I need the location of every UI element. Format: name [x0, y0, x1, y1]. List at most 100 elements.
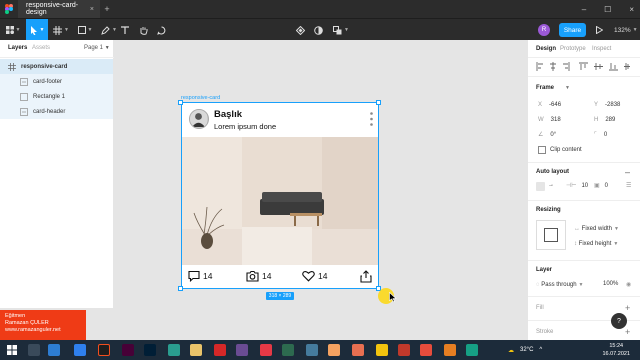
- pen-tool-button[interactable]: ▼: [98, 19, 120, 41]
- card-footer: 14 14 14: [182, 267, 378, 287]
- weather-icon[interactable]: ☁: [508, 347, 514, 354]
- tab-prototype[interactable]: Prototype: [560, 46, 586, 52]
- hand-tool-button[interactable]: [136, 19, 150, 41]
- tray-chevron-icon[interactable]: ^: [539, 347, 542, 353]
- app-icon[interactable]: [236, 344, 248, 356]
- fixed-width-select[interactable]: ↔ Fixed width ▼: [574, 225, 619, 232]
- responsive-card-frame[interactable]: Başlık Lorem ipsum done 14 14 14: [181, 102, 379, 289]
- frame-tool-button[interactable]: ▼: [50, 19, 72, 41]
- spacing-field[interactable]: ⊣⊢ 10: [566, 182, 588, 189]
- vscode-icon[interactable]: [74, 344, 86, 356]
- rectangle-icon: [20, 92, 28, 101]
- help-button[interactable]: ?: [611, 313, 627, 329]
- tab-design[interactable]: Design: [536, 46, 556, 52]
- auto-layout-settings-icon[interactable]: ☰: [626, 182, 631, 189]
- comments-stat[interactable]: 14: [188, 270, 212, 282]
- resize-handle-top-right[interactable]: [376, 100, 381, 105]
- direction-horizontal-button[interactable]: →: [548, 182, 554, 188]
- comment-tool-button[interactable]: [154, 19, 168, 41]
- text-t-icon: [121, 26, 129, 34]
- eye-icon[interactable]: ◉: [626, 281, 631, 288]
- close-tab-icon[interactable]: ×: [90, 6, 94, 13]
- app-icon[interactable]: [328, 344, 340, 356]
- divider: [528, 260, 640, 261]
- main-menu-button[interactable]: ▼: [2, 19, 24, 41]
- rotation-field[interactable]: ∠ 0°: [538, 131, 583, 138]
- text-tool-button[interactable]: [118, 19, 132, 41]
- share-action[interactable]: [360, 270, 372, 283]
- person-photo-icon: [190, 110, 207, 127]
- corner-radius-field[interactable]: ⌜ 0: [594, 131, 639, 138]
- properties-panel: Design Prototype Inspect Frame ▼ X -646 Y…: [527, 40, 640, 340]
- app-icon[interactable]: [444, 344, 456, 356]
- remove-auto-layout-button[interactable]: –: [625, 167, 630, 177]
- photos-stat[interactable]: 14: [246, 270, 271, 282]
- app-icon[interactable]: [190, 344, 202, 356]
- app-icon[interactable]: [376, 344, 388, 356]
- tab-file[interactable]: responsive-card-design ×: [18, 0, 100, 18]
- tab-inspect[interactable]: Inspect: [592, 46, 611, 52]
- padding-field[interactable]: ▣ 0: [594, 182, 608, 189]
- app-icon[interactable]: [398, 344, 410, 356]
- windows-taskbar: ☁ 32°C ^ 15:24 16.07.2021: [0, 340, 640, 360]
- file-explorer-icon[interactable]: [48, 344, 60, 356]
- minimize-icon[interactable]: –: [582, 5, 586, 14]
- likes-stat[interactable]: 14: [302, 270, 327, 282]
- filezilla-icon[interactable]: [420, 344, 432, 356]
- layer-item-card-footer[interactable]: card-footer: [0, 74, 113, 89]
- more-vertical-icon[interactable]: [370, 112, 373, 126]
- w-field[interactable]: W 318: [538, 116, 583, 123]
- layer-item-rectangle-1[interactable]: Rectangle 1: [0, 89, 113, 104]
- move-tool-button[interactable]: ▼: [26, 19, 48, 41]
- layer-item-responsive-card[interactable]: responsive-card: [0, 59, 113, 74]
- blend-mode-select[interactable]: ◌ Pass through ▼: [536, 281, 584, 288]
- opacity-field[interactable]: 100%: [603, 281, 618, 287]
- app-icon[interactable]: [466, 344, 478, 356]
- app-icon[interactable]: [168, 344, 180, 356]
- frame-preset-caret[interactable]: ▼: [565, 85, 570, 91]
- add-stroke-button[interactable]: +: [625, 327, 630, 337]
- app-icon[interactable]: [306, 344, 318, 356]
- boolean-tool-button[interactable]: ▼: [331, 19, 351, 41]
- divider: [528, 57, 640, 58]
- resize-handle-top-left[interactable]: [178, 100, 183, 105]
- app-icon[interactable]: [214, 344, 226, 356]
- figma-app-icon[interactable]: [98, 344, 110, 356]
- zoom-dropdown[interactable]: 132% ▼: [614, 19, 638, 41]
- share-button[interactable]: Share: [559, 23, 586, 37]
- align-toolbar-icons[interactable]: [536, 62, 636, 71]
- tab-assets[interactable]: Assets: [32, 45, 50, 51]
- task-view-icon[interactable]: [28, 344, 40, 356]
- auto-layout-icon: [20, 77, 28, 86]
- temperature[interactable]: 32°C: [520, 347, 533, 353]
- shape-tool-button[interactable]: ▼: [74, 19, 96, 41]
- clock[interactable]: 15:24 16.07.2021: [602, 342, 630, 358]
- app-icon[interactable]: [260, 344, 272, 356]
- direction-vertical-button[interactable]: [536, 182, 545, 191]
- figma-home-button[interactable]: [0, 0, 18, 18]
- resize-handle-bottom-left[interactable]: [178, 286, 183, 291]
- photoshop-icon[interactable]: [144, 344, 156, 356]
- fixed-height-select[interactable]: ↕ Fixed height ▼: [574, 240, 618, 247]
- tab-layers[interactable]: Layers: [8, 45, 27, 51]
- page-selector[interactable]: Page 1 ▼: [84, 45, 110, 51]
- x-field[interactable]: X -646: [538, 101, 583, 108]
- user-avatar[interactable]: R: [538, 24, 550, 36]
- h-field[interactable]: H 289: [594, 116, 639, 123]
- maximize-icon[interactable]: ☐: [604, 5, 611, 14]
- present-button[interactable]: [593, 19, 605, 41]
- close-window-icon[interactable]: ×: [629, 5, 634, 14]
- layer-item-card-header[interactable]: card-header: [0, 104, 113, 119]
- adobe-xd-icon[interactable]: [122, 344, 134, 356]
- app-icon[interactable]: [352, 344, 364, 356]
- app-icon[interactable]: [282, 344, 294, 356]
- mask-tool-button[interactable]: [311, 19, 325, 41]
- component-tool-button[interactable]: [293, 19, 307, 41]
- frame-label[interactable]: responsive-card: [181, 95, 220, 101]
- clip-content-checkbox[interactable]: [538, 146, 546, 154]
- y-field[interactable]: Y -2838: [594, 101, 639, 108]
- windows-start-button[interactable]: [2, 340, 22, 360]
- add-fill-button[interactable]: +: [625, 303, 630, 313]
- stroke-title: Stroke: [536, 329, 554, 335]
- add-tab-button[interactable]: +: [100, 0, 114, 18]
